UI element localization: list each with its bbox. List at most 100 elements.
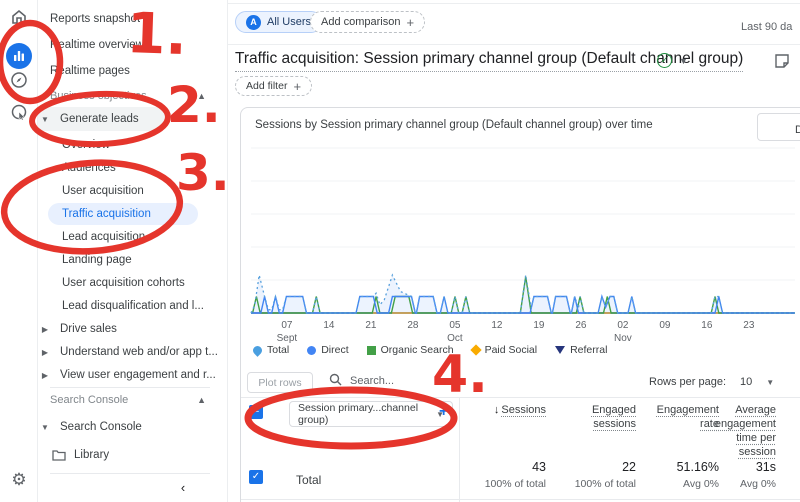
rows-per-page-value[interactable]: 10 — [740, 376, 752, 388]
sidebar-item-reports-snapshot[interactable]: Reports snapshot — [38, 8, 228, 30]
legend-label: Direct — [321, 344, 349, 356]
svg-text:02: 02 — [617, 320, 629, 331]
chevron-down-icon[interactable]: ▼ — [38, 115, 52, 124]
sidebar-item-generate-leads[interactable]: ▼ Generate leads — [38, 107, 228, 131]
svg-text:21: 21 — [365, 320, 377, 331]
svg-text:Nov: Nov — [614, 333, 632, 344]
sidebar-item-lead-acquisition[interactable]: Lead acquisition — [38, 226, 228, 248]
select-all-checkbox[interactable]: – — [249, 405, 263, 419]
circle-legend-icon — [307, 345, 317, 355]
chevron-right-icon[interactable]: ▶ — [38, 325, 52, 334]
sidebar-item-library[interactable]: Library — [38, 444, 228, 466]
sidebar-item-lead-disqualification[interactable]: Lead disqualification and l... — [38, 295, 228, 317]
cell-sessions-sub: 100% of total — [484, 478, 546, 490]
sidebar-item-traffic-acquisition[interactable]: Traffic acquisition — [38, 203, 228, 225]
chevron-right-icon[interactable]: ▶ — [38, 348, 52, 357]
column-header-sessions[interactable]: ↓ Sessions — [466, 403, 546, 417]
explore-icon[interactable] — [0, 71, 38, 89]
divider — [50, 473, 210, 474]
chevron-down-icon[interactable]: ▼ — [679, 56, 688, 66]
dimension-dropdown[interactable]: Session primary...channel group) ▼ — [289, 401, 453, 427]
table-search-input[interactable]: Search... — [329, 373, 394, 389]
cell-engaged-sessions: 22 — [622, 460, 636, 474]
diamond-legend-icon — [469, 344, 482, 356]
legend-label: Paid Social — [484, 344, 538, 356]
search-icon — [329, 373, 342, 389]
column-header-avg-engagement-time[interactable]: Average engagement time per session — [698, 403, 776, 459]
legend-item-paid-social[interactable]: Paid Social — [469, 344, 538, 356]
svg-text:Sept: Sept — [277, 333, 298, 344]
sidebar-item-realtime-pages[interactable]: Realtime pages — [38, 60, 228, 82]
divider — [228, 3, 800, 4]
legend-label: Referral — [570, 344, 608, 356]
divider — [50, 387, 210, 388]
plus-icon: + — [406, 14, 415, 30]
ga4-traffic-acquisition-screen: ⚙ Reports snapshot Realtime overview Rea… — [0, 0, 800, 502]
legend-item-referral[interactable]: Referral — [555, 344, 607, 356]
sidebar-item-user-acquisition-cohorts[interactable]: User acquisition cohorts — [38, 272, 228, 294]
home-icon[interactable] — [0, 8, 38, 26]
sidebar-item-drive-sales[interactable]: ▶ Drive sales — [38, 318, 228, 340]
chevron-down-icon[interactable]: ▼ — [38, 423, 52, 432]
audience-pill-all-users[interactable]: A All Users — [235, 11, 323, 33]
folder-icon — [38, 449, 66, 461]
cell-avg-engagement-time-sub: Avg 0% — [740, 478, 776, 490]
svg-text:Oct: Oct — [447, 333, 463, 344]
checkmark-status-icon[interactable]: ✓ — [657, 53, 672, 68]
add-dimension-button[interactable]: + — [439, 403, 448, 421]
legend-label: Total — [267, 344, 290, 356]
chart-legend: Total Direct Organic Search Paid Social Refe… — [251, 343, 607, 357]
legend-item-direct[interactable]: Direct — [307, 344, 349, 356]
date-range-label[interactable]: Last 90 da — [741, 21, 792, 33]
plot-rows-button[interactable]: Plot rows — [247, 372, 313, 393]
legend-label: Organic Search — [380, 344, 454, 356]
legend-item-total[interactable]: Total — [251, 343, 290, 357]
advertising-icon[interactable] — [0, 103, 38, 121]
note-icon[interactable] — [774, 53, 790, 74]
svg-text:23: 23 — [743, 320, 755, 331]
collapse-section-icon[interactable]: ▲ — [197, 91, 206, 101]
legend-item-organic-search[interactable]: Organic Search — [366, 344, 454, 356]
add-filter-button[interactable]: Add filter + — [235, 76, 313, 96]
audience-avatar: A — [246, 14, 261, 30]
gridlines — [251, 147, 795, 314]
sidebar-item-realtime-overview[interactable]: Realtime overview — [38, 34, 228, 56]
svg-text:28: 28 — [407, 320, 419, 331]
reports-icon-bubble — [6, 43, 32, 69]
section-search-console: Search Console ▲ — [50, 394, 206, 406]
collapse-section-icon[interactable]: ▲ — [197, 395, 206, 405]
cell-engaged-sessions-sub: 100% of total — [574, 478, 636, 490]
admin-gear-icon[interactable]: ⚙ — [0, 471, 38, 488]
svg-text:14: 14 — [323, 320, 335, 331]
plus-icon: + — [293, 78, 302, 94]
left-icon-rail: ⚙ — [0, 0, 38, 502]
divider — [241, 397, 800, 398]
column-header-engaged-sessions[interactable]: Engaged sessions — [571, 403, 636, 431]
chart-title: Sessions by Session primary channel grou… — [255, 119, 653, 131]
sidebar-item-search-console[interactable]: ▼ Search Console — [38, 416, 228, 438]
cell-sessions: 43 — [532, 460, 546, 474]
sidebar-item-overview[interactable]: Overview — [38, 134, 228, 156]
sidebar-item-audiences[interactable]: Audiences — [38, 157, 228, 179]
triangle-down-legend-icon — [555, 346, 566, 354]
reports-icon[interactable] — [0, 43, 38, 69]
svg-text:07: 07 — [281, 320, 293, 331]
section-business-objectives: Business objectives ▲ — [50, 90, 206, 102]
row-label-total: Total — [296, 473, 322, 487]
sidebar-item-view-user-engagement[interactable]: ▶ View user engagement and r... — [38, 364, 228, 386]
column-divider — [459, 397, 460, 502]
add-comparison-button[interactable]: Add comparison + — [310, 11, 426, 33]
search-placeholder: Search... — [350, 375, 395, 387]
row-checkbox-total[interactable]: ✓ — [249, 470, 263, 484]
svg-text:16: 16 — [701, 320, 713, 331]
svg-text:26: 26 — [575, 320, 587, 331]
svg-text:05: 05 — [449, 320, 461, 331]
sidebar-item-user-acquisition[interactable]: User acquisition — [38, 180, 228, 202]
sidebar-item-landing-page[interactable]: Landing page — [38, 249, 228, 271]
rows-per-page-control[interactable]: Rows per page: 10 ▼ — [649, 376, 774, 388]
report-card: Sessions by Session primary channel grou… — [240, 107, 800, 502]
divider — [228, 44, 800, 45]
chevron-right-icon[interactable]: ▶ — [38, 371, 52, 380]
sidebar-item-understand-web-app[interactable]: ▶ Understand web and/or app t... — [38, 341, 228, 363]
collapse-sidebar-icon[interactable]: ‹ — [168, 480, 198, 498]
